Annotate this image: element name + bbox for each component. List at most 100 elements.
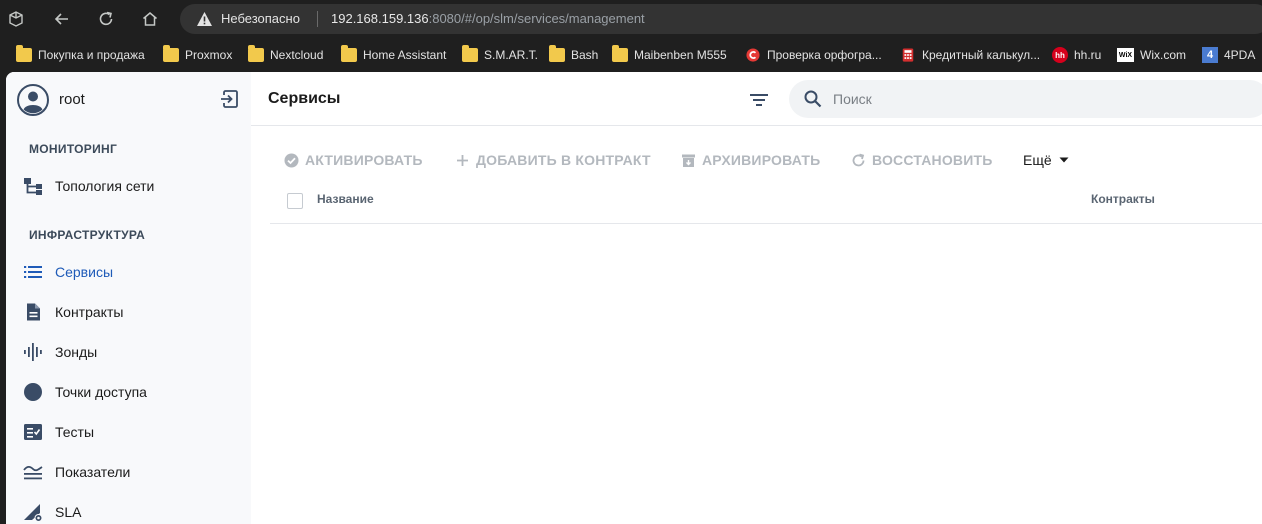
bookmark-label: Proxmox [185,48,233,62]
list-icon [24,266,42,278]
table-header: Название Контракты [270,182,1262,224]
activate-label: АКТИВИРОВАТЬ [305,152,423,168]
bookmark-smart[interactable]: S.M.AR.T. [462,45,539,64]
folder-icon [248,45,264,62]
section-infrastructure: ИНФРАСТРУКТУРА [29,228,146,242]
plus-icon [457,154,468,166]
bookmark-label: Nextcloud [270,48,324,62]
folder-icon [16,45,32,62]
column-contracts[interactable]: Контракты [1091,192,1155,206]
avatar[interactable] [17,84,49,116]
more-label: Ещё [1023,152,1052,168]
column-name[interactable]: Название [317,192,374,206]
bookmark-calculator[interactable]: Кредитный калькул... [900,46,1040,64]
sidebar-item-label: Контракты [55,304,124,320]
wix-icon: WiX [1117,48,1134,62]
sidebar-item-label: Зонды [55,344,98,360]
spellcheck-icon [746,48,760,62]
search-box[interactable] [789,80,1262,118]
4pda-icon: 4 [1202,47,1218,63]
bookmark-pokupka[interactable]: Покупка и продажа [16,45,145,64]
search-icon [804,90,822,108]
url-host: 192.168.159.136 [331,11,429,26]
bookmark-home-assistant[interactable]: Home Assistant [341,45,447,64]
folder-icon [163,45,179,62]
bookmark-bash[interactable]: Bash [549,45,599,64]
bookmark-proxmox[interactable]: Proxmox [163,45,233,64]
address-bar[interactable]: Небезопасно 192.168.159.136:8080/#/op/sl… [180,4,1262,34]
filter-icon[interactable] [748,89,770,111]
bookmark-label: hh.ru [1074,48,1102,62]
archive-button[interactable]: АРХИВИРОВАТЬ [681,150,820,170]
bookmark-label: 4PDA [1224,48,1256,62]
bookmark-label: Home Assistant [363,48,447,62]
section-monitoring: МОНИТОРИНГ [29,142,118,156]
caret-down-icon [1059,157,1069,163]
restore-label: ВОССТАНОВИТЬ [872,152,993,168]
bookmark-4pda[interactable]: 4 4PDA [1202,46,1255,64]
logout-icon[interactable] [218,88,240,110]
add-to-contract-label: ДОБАВИТЬ В КОНТРАКТ [476,152,651,168]
bookmark-maibenben[interactable]: Maibenben M555 [612,45,727,64]
sidebar-item-label: Показатели [55,464,131,480]
folder-icon [462,45,478,62]
username: root [59,91,85,108]
sla-icon [24,504,43,522]
sidebar-item-tests[interactable]: Тесты [6,414,251,450]
sidebar-item-label: SLA [55,504,82,520]
circle-icon [24,383,42,401]
home-icon[interactable] [136,5,164,33]
folder-icon [549,45,565,62]
archive-icon [682,154,695,167]
sidebar-item-probes[interactable]: Зонды [6,334,251,370]
metrics-icon [23,465,43,480]
url-text[interactable]: 192.168.159.136:8080/#/op/slm/services/m… [331,11,645,26]
sidebar-item-topology[interactable]: Топология сети [6,168,251,204]
sidebar-item-contracts[interactable]: Контракты [6,294,251,330]
folder-icon [341,45,357,62]
bookmark-spellcheck[interactable]: Проверка орфогра... [745,46,882,64]
page-title: Сервисы [268,90,341,107]
check-circle-icon [284,153,299,167]
sidebar: root МОНИТОРИНГ Топология сети ИНФРАСТРУ… [6,72,251,524]
topology-icon [24,178,42,195]
bookmark-label: Кредитный калькул... [922,48,1041,62]
bookmark-label: Проверка орфогра... [767,48,882,62]
browser-toolbar: Небезопасно 192.168.159.136:8080/#/op/sl… [0,0,1262,38]
user-panel: root [6,72,251,126]
folder-icon [612,45,628,62]
warning-icon[interactable] [196,11,213,27]
bookmarks-bar: Покупка и продажа Proxmox Nextcloud Home… [0,38,1262,70]
sidebar-item-services[interactable]: Сервисы [6,254,251,290]
separator [317,11,318,27]
probe-icon [24,343,42,361]
url-path: :8080/#/op/slm/services/management [428,11,645,26]
sidebar-item-sla[interactable]: SLA [6,494,251,524]
bookmark-label: S.M.AR.T. [484,48,539,62]
bookmark-label: Wix.com [1140,48,1186,62]
sidebar-item-label: Топология сети [55,178,155,194]
search-input[interactable] [833,89,1233,109]
bookmark-hh[interactable]: hh hh.ru [1052,46,1101,64]
add-to-contract-button[interactable]: ДОБАВИТЬ В КОНТРАКТ [455,150,651,170]
bookmark-nextcloud[interactable]: Nextcloud [248,45,324,64]
bookmark-label: Покупка и продажа [38,48,145,62]
activate-button[interactable]: АКТИВИРОВАТЬ [284,150,423,170]
select-all-checkbox[interactable] [287,193,303,209]
reload-icon[interactable] [92,5,120,33]
restore-button[interactable]: ВОССТАНОВИТЬ [851,150,993,170]
archive-label: АРХИВИРОВАТЬ [702,152,821,168]
bookmark-label: Bash [571,48,599,62]
workspaces-icon[interactable] [2,5,30,33]
sidebar-item-metrics[interactable]: Показатели [6,454,251,490]
sidebar-item-access-points[interactable]: Точки доступа [6,374,251,410]
back-icon[interactable] [48,5,76,33]
more-menu[interactable]: Ещё [1023,150,1070,170]
refresh-icon [852,153,865,166]
checklist-icon [24,424,42,440]
bookmark-wix[interactable]: WiX Wix.com [1117,46,1186,64]
security-label[interactable]: Небезопасно [221,11,300,26]
bookmark-label: Maibenben M555 [634,48,727,62]
document-icon [27,303,40,321]
app-window: root МОНИТОРИНГ Топология сети ИНФРАСТРУ… [6,72,1262,524]
